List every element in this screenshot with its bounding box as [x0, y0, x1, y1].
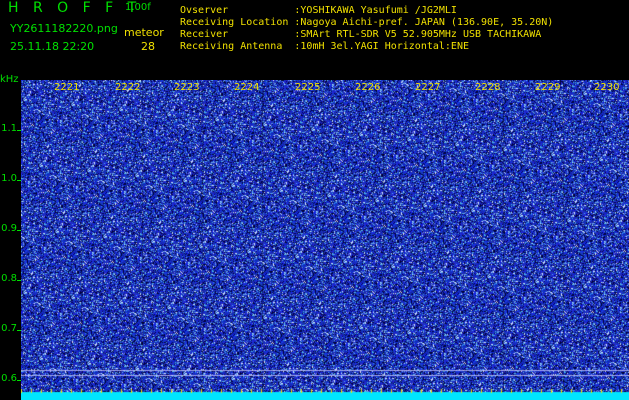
x-tick-label: 2228 [475, 82, 501, 93]
meteor-label: meteor [124, 26, 164, 39]
y-tick-label: 0.7 [1, 323, 17, 334]
info-receiver: Receiver :SMArt RTL-SDR V5 52.905MHz USB… [180, 29, 542, 40]
x-tick-label: 2230 [594, 82, 620, 93]
y-tick-label: 0.9 [1, 223, 17, 234]
y-tick-label: 0.8 [1, 273, 17, 284]
y-tick-label: 1.1 [1, 123, 17, 134]
x-tick-label: 2229 [535, 82, 561, 93]
app-title: H R O F F T [8, 0, 142, 16]
x-tick-label: 2226 [355, 82, 381, 93]
info-antenna: Receiving Antenna :10mH 3el.YAGI Horizon… [180, 41, 469, 52]
info-observer: Ovserver :YOSHIKAWA Yasufumi /JG2MLI [180, 5, 457, 16]
x-tick-label: 2222 [115, 82, 141, 93]
x-tick-label: 2223 [174, 82, 200, 93]
y-axis-unit: kHz [0, 74, 19, 85]
x-tick-label: 2224 [234, 82, 260, 93]
file-name: YY2611182220.png [10, 22, 118, 35]
waterfall-spectrogram [21, 80, 629, 400]
timestamp: 25.11.18 22:20 [10, 40, 95, 53]
meteor-count: 28 [141, 40, 155, 53]
x-tick-label: 2221 [54, 82, 80, 93]
x-tick-label: 2225 [295, 82, 321, 93]
x-tick-label: 2227 [415, 82, 441, 93]
y-tick-label: 0.6 [1, 373, 17, 384]
y-tick-label: 1.0 [1, 173, 17, 184]
info-location: Receiving Location :Nagoya Aichi-pref. J… [180, 17, 554, 28]
app-version: 1.00f [125, 2, 151, 13]
